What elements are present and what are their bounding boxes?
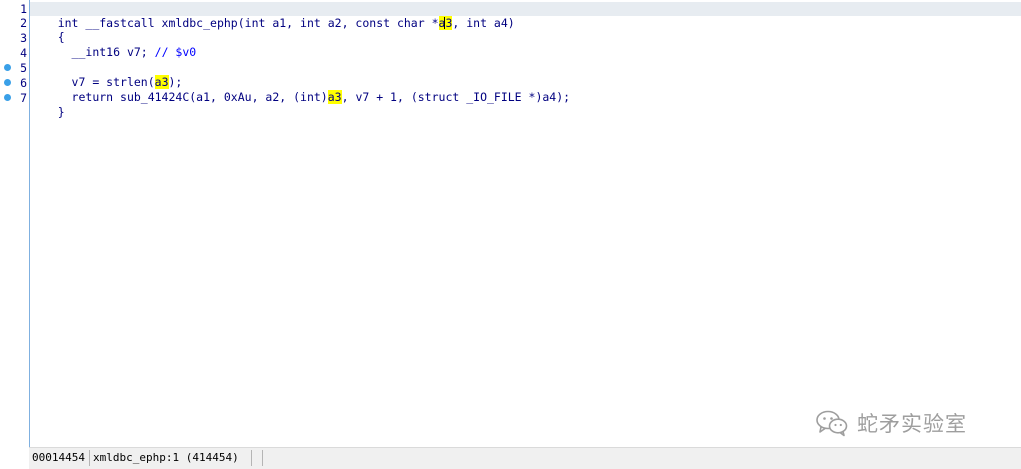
line-number: 7 (20, 91, 27, 105)
line-number: 2 (20, 16, 27, 30)
status-location: xmldbc_ephp:1 (414454) (93, 451, 239, 464)
code-text: int __fastcall xmldbc_ephp(int a1, int a… (57, 16, 439, 30)
code-line-5[interactable]: v7 = strlen(a3); (30, 61, 182, 89)
line-number: 6 (20, 76, 27, 90)
code-line-4[interactable] (30, 46, 58, 60)
status-divider (262, 450, 263, 466)
pseudocode-editor[interactable]: int __fastcall xmldbc_ephp(int a1, int a… (30, 0, 1021, 447)
code-text: __int16 v7; (57, 45, 155, 59)
code-line-3[interactable]: __int16 v7; // $v0 (30, 31, 197, 59)
code-text: , int a4) (452, 16, 515, 30)
highlighted-token: a3 (327, 90, 342, 104)
code-text: , v7 + 1, (struct _IO_FILE *)a4); (341, 90, 571, 104)
status-address: 00014454 (32, 451, 85, 464)
watermark-text: 蛇矛实验室 (857, 412, 967, 436)
code-comment: // $v0 (154, 45, 197, 59)
code-text: return sub_41424C(a1, 0xAu, a2, (int) (57, 90, 328, 104)
line-number: 1 (20, 2, 27, 16)
code-line-2[interactable]: { (30, 16, 65, 44)
status-divider (251, 450, 252, 466)
code-line-7[interactable]: } (30, 91, 65, 119)
status-divider (89, 450, 90, 466)
line-number: 3 (20, 31, 27, 45)
wechat-icon (816, 410, 848, 437)
code-line-6[interactable]: return sub_41424C(a1, 0xAu, a2, (int)a3,… (30, 76, 570, 104)
line-number: 4 (20, 46, 27, 60)
watermark: 蛇矛实验室 (815, 406, 967, 440)
line-number-gutter[interactable]: 1 2 3 4 5 6 7 (0, 0, 29, 468)
code-text: } (57, 105, 65, 119)
status-bar: 00014454 xmldbc_ephp:1 (414454) (29, 447, 1021, 469)
line-number: 5 (20, 61, 27, 75)
code-line-1[interactable]: int __fastcall xmldbc_ephp(int a1, int a… (30, 2, 1021, 30)
